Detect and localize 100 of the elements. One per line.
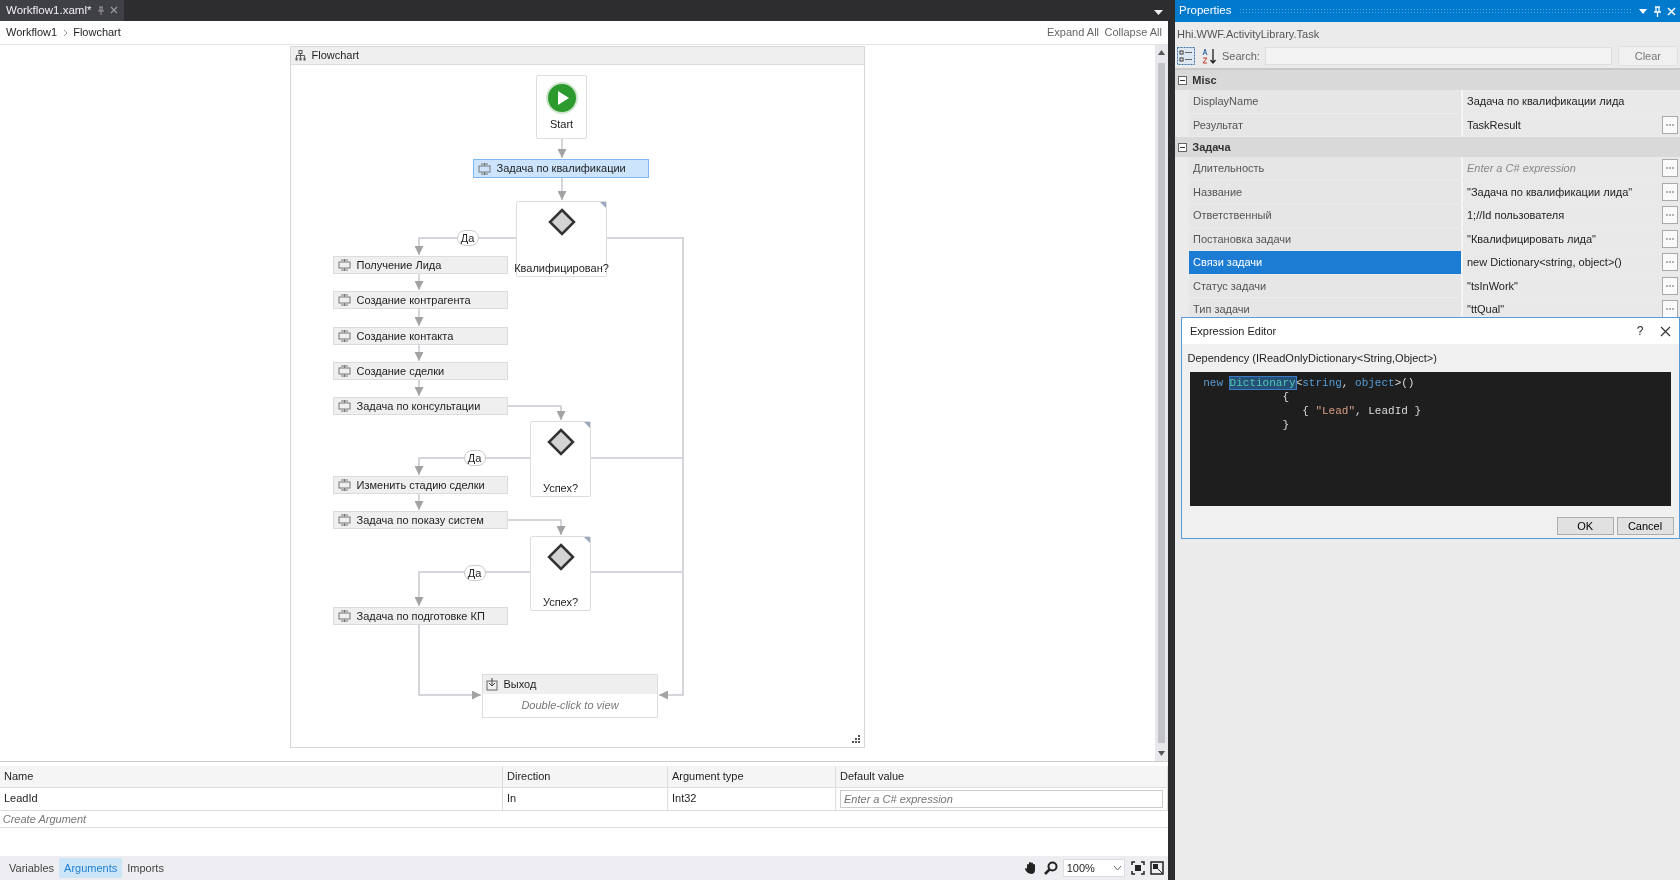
ellipsis-icon (1666, 308, 1674, 311)
scroll-down-arrow-icon[interactable] (1157, 749, 1166, 759)
help-button[interactable]: ? (1636, 322, 1644, 340)
diamond-icon (546, 542, 575, 571)
expression-field[interactable]: Enter a C# expression (840, 789, 1163, 808)
hand-icon[interactable] (1024, 861, 1038, 875)
start-label: Start (549, 117, 574, 133)
breadcrumb-link[interactable]: Workflow1 (6, 24, 58, 41)
activity-node[interactable]: Создание контакта (333, 327, 508, 345)
column-header: Argument type (668, 766, 836, 788)
ellipsis-icon (1666, 237, 1674, 240)
collapse-icon[interactable] (1177, 75, 1187, 85)
hierarchy-icon (295, 50, 306, 61)
categorized-view-icon[interactable] (1177, 47, 1195, 65)
activity-node[interactable]: Задача по консультации (333, 397, 508, 415)
activity-node[interactable]: Создание сделки (333, 362, 508, 380)
ellipsis-button[interactable] (1662, 300, 1678, 319)
property-name[interactable]: DisplayName (1189, 90, 1463, 113)
diamond-icon (546, 427, 575, 456)
vertical-scrollbar[interactable] (1155, 45, 1168, 761)
corner-triangle-icon (584, 537, 590, 543)
dialog-title: Expression Editor (1190, 323, 1277, 339)
fit-to-screen-icon[interactable] (1130, 861, 1145, 875)
property-name[interactable]: Связи задачи (1189, 251, 1463, 274)
connector-arrow (414, 308, 424, 327)
table-cell: LeadId (0, 787, 503, 811)
connector-arrow (414, 344, 424, 362)
code-token: { (1281, 390, 1290, 403)
chevron-icon (62, 28, 68, 37)
sort-alphabetical-icon[interactable] (1200, 47, 1217, 65)
scroll-up-arrow-icon[interactable] (1157, 47, 1166, 57)
activity-node[interactable]: Получение Лида (333, 256, 508, 274)
pin-icon[interactable] (96, 5, 105, 15)
close-icon[interactable] (1660, 325, 1671, 337)
decision-label: Квалифицирован? (514, 260, 609, 276)
property-value: "ttQual" (1467, 302, 1505, 317)
activity-node[interactable]: Задача по показу систем (333, 511, 508, 529)
property-name[interactable]: Статус задачи (1189, 274, 1463, 297)
connector-arrow (414, 493, 424, 511)
tab-title: Workflow1.xaml* (6, 2, 92, 18)
property-value: "tsInWork" (1467, 278, 1518, 294)
collapse-icon[interactable] (1177, 142, 1187, 152)
decision-node[interactable]: Квалифицирован? (516, 201, 607, 277)
category-label: Задача (1192, 139, 1231, 155)
breadcrumb-link[interactable]: Flowchart (73, 24, 121, 41)
property-value: "Задача по квалификации лида" (1467, 184, 1633, 200)
designer-action-link[interactable]: Expand All (1047, 24, 1099, 41)
activity-node[interactable]: Задача по квалификации (473, 159, 649, 178)
connector-arrow (414, 273, 424, 291)
activity-icon (338, 259, 351, 271)
code-token: string (1302, 376, 1342, 389)
activity-node[interactable]: Задача по подготовке КП (333, 607, 508, 625)
property-value: TaskResult (1467, 117, 1521, 133)
start-node[interactable]: Start (536, 75, 587, 139)
column-header: Default value (836, 766, 1168, 788)
clear-button[interactable]: Clear (1617, 45, 1678, 67)
ellipsis-icon (1666, 284, 1674, 287)
dialog-button[interactable]: Cancel (1616, 517, 1674, 536)
flowchart-title: Flowchart (311, 48, 360, 64)
connector-arrow (557, 138, 567, 159)
designer-action-link[interactable]: Collapse All (1104, 24, 1162, 41)
activity-icon (338, 479, 351, 491)
code-token: object (1355, 376, 1395, 389)
resize-grip-icon[interactable] (852, 735, 860, 743)
create-argument-link[interactable]: Create Argument (0, 810, 1168, 828)
decision-label: Успех? (542, 480, 579, 496)
document-tab[interactable]: Workflow1.xaml* (0, 0, 125, 21)
property-name[interactable]: Результат (1189, 113, 1463, 136)
property-name[interactable]: Название (1189, 180, 1463, 203)
connector-arrow (557, 177, 567, 201)
search-label: Search: (1222, 48, 1260, 64)
yes-label: Да (463, 450, 486, 466)
connector-arrow (507, 519, 566, 536)
dropdown-caret-icon[interactable] (1153, 9, 1163, 16)
activity-node[interactable]: Создание контрагента (333, 291, 508, 309)
activity-icon (338, 330, 351, 342)
panel-tab[interactable]: Variables (4, 857, 60, 879)
code-token: , (1341, 376, 1350, 389)
connector-arrow (507, 405, 566, 421)
search-icon[interactable] (1043, 861, 1058, 875)
property-value: Задача по квалификации лида (1467, 94, 1625, 109)
activity-icon (338, 514, 351, 526)
yes-label: Да (456, 230, 479, 246)
zoom-dropdown[interactable]: 100% (1063, 859, 1125, 877)
property-name[interactable]: Длительность (1189, 157, 1463, 180)
property-name[interactable]: Постановка задачи (1189, 227, 1463, 250)
final-title: Выход (503, 677, 537, 693)
overview-icon[interactable] (1150, 861, 1164, 875)
activity-node[interactable]: Изменить стадию сделки (333, 476, 508, 494)
code-token: Dictionary (1229, 376, 1296, 389)
code-token: , LeadId } (1355, 404, 1422, 417)
decision-node[interactable]: Успех? (530, 536, 591, 611)
activity-icon (338, 294, 351, 306)
category-label: Misc (1192, 72, 1217, 88)
property-name[interactable]: Ответственный (1189, 204, 1463, 227)
panel-tab[interactable]: Imports (122, 857, 169, 879)
dialog-button[interactable]: OK (1556, 517, 1614, 536)
decision-node[interactable]: Успех? (530, 421, 591, 497)
property-value: new Dictionary<string, object>() (1467, 255, 1622, 270)
final-node[interactable]: Выход Double-click to view (482, 674, 658, 718)
